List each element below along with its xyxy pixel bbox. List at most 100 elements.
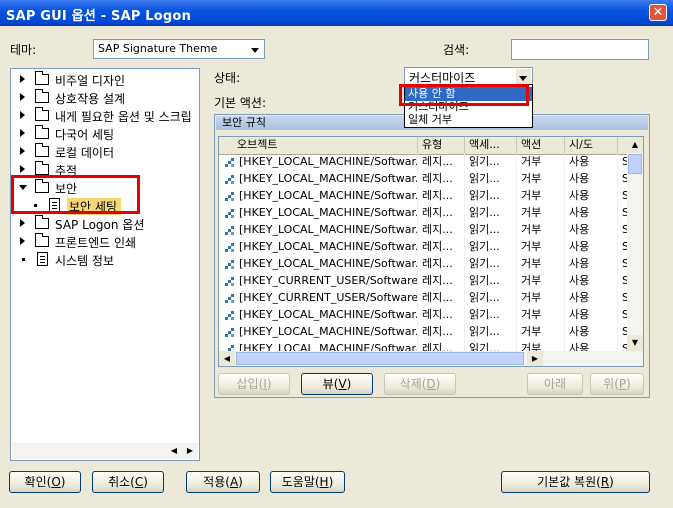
bullet-icon [22,258,25,261]
help-button-key: H [319,475,329,489]
close-button[interactable]: ✕ [649,4,667,21]
move-down-button-label: 아래 [543,377,567,391]
table-cell: 읽기... [465,154,517,171]
apply-button[interactable]: 적용(A) [186,471,260,493]
table-row[interactable]: [HKEY_LOCAL_MACHINE/Softwar... 레지... 읽기...… [219,171,630,188]
help-button[interactable]: 도움말(H) [270,471,345,493]
table-row[interactable]: [HKEY_LOCAL_MACHINE/Softwar... 레지... 읽기...… [219,307,630,324]
table-cell: 읽기... [465,188,517,205]
column-header[interactable]: 오브젝트 [219,137,418,154]
delete-button[interactable]: 삭제(D) [384,373,456,395]
expand-closed-icon[interactable] [20,237,25,245]
table-cell: 읽기... [465,324,517,341]
table-cell: 읽기... [465,307,517,324]
tree-item-visual-design[interactable]: 비주얼 디자인 [11,71,199,89]
scroll-right-icon[interactable]: ▶ [182,443,198,459]
column-header[interactable]: 시/도 [565,137,618,154]
table-row[interactable]: [HKEY_LOCAL_MACHINE/Softwar... 레지... 읽기...… [219,239,630,256]
table-cell: 레지... [418,239,465,256]
insert-button-label: 삽입 [236,377,259,391]
vertical-scrollbar[interactable]: ▲ ▼ [627,137,643,351]
ok-button[interactable]: 확인(O) [9,471,81,493]
table-row[interactable]: [HKEY_LOCAL_MACHINE/Softwar... 레지... 읽기...… [219,188,630,205]
table-row[interactable]: [HKEY_LOCAL_MACHINE/Softwar... 레지... 읽기...… [219,205,630,222]
table-cell: [HKEY_LOCAL_MACHINE/Softwar... [219,222,418,239]
tree-item-interaction-design[interactable]: 상호작용 설계 [11,89,199,107]
table-row[interactable]: [HKEY_CURRENT_USER/Software... 레지... 읽기...… [219,273,630,290]
scroll-left-icon[interactable]: ◀ [166,443,182,459]
horizontal-scroll-thumb[interactable] [236,352,524,365]
status-option-deny-all[interactable]: 일체 거부 [405,113,532,127]
table-cell: [HKEY_CURRENT_USER/Software... [219,290,418,307]
theme-select[interactable]: SAP Signature Theme [93,39,265,59]
table-cell: 사용 [565,324,618,341]
table-cell: 사용 [565,154,618,171]
table-row[interactable]: [HKEY_LOCAL_MACHINE/Softwar... 레지... 읽기...… [219,324,630,341]
tree-horizontal-scrollbar[interactable]: ◀ ▶ [12,443,198,459]
insert-button-key: I [263,377,267,391]
table-row[interactable]: [HKEY_LOCAL_MACHINE/Softwar... 레지... 읽기...… [219,222,630,239]
column-header[interactable]: 액세... [465,137,517,154]
expand-closed-icon[interactable] [20,129,25,137]
search-label: 검색: [443,43,470,57]
delete-button-key: D [426,377,436,391]
scroll-left-icon[interactable]: ◀ [219,351,235,366]
column-header[interactable]: 유형 [418,137,465,154]
folder-icon [35,107,49,121]
tree-item-frontend-printing[interactable]: 프론트엔드 인쇄 [11,233,199,251]
cancel-button[interactable]: 취소(C) [92,471,164,493]
view-button[interactable]: 뷰(V) [301,373,373,395]
table-cell: 레지... [418,256,465,273]
vertical-scroll-thumb[interactable] [628,154,642,174]
table-cell: 사용 [565,188,618,205]
expand-closed-icon[interactable] [20,75,25,83]
expand-closed-icon[interactable] [20,219,25,227]
table-cell: 거부 [517,324,565,341]
move-up-button-label: 위 [603,377,615,391]
table-cell: 거부 [517,273,565,290]
table-cell: [HKEY_LOCAL_MACHINE/Softwar... [219,239,418,256]
scroll-down-icon[interactable]: ▼ [627,335,643,351]
document-icon [37,252,48,266]
annotation-box-security [11,175,140,214]
table-row[interactable]: [HKEY_LOCAL_MACHINE/Softwar... 레지... 읽기...… [219,154,630,171]
expand-closed-icon[interactable] [20,111,25,119]
expand-closed-icon[interactable] [20,165,25,173]
horizontal-scrollbar[interactable]: ◀ ▶ [219,351,643,366]
move-up-button[interactable]: 위(P) [590,373,644,395]
table-cell: 사용 [565,239,618,256]
reset-defaults-button-label: 기본값 복원 [537,475,597,489]
search-input[interactable] [511,39,649,60]
tree-item-label: 로컬 데이터 [55,146,115,160]
table-cell: 거부 [517,256,565,273]
tree-item-label: 내게 필요한 옵션 및 스크립 [55,110,192,124]
tree-item-accessibility-scripting[interactable]: 내게 필요한 옵션 및 스크립 [11,107,199,125]
tree-item-multilingual-settings[interactable]: 다국어 세팅 [11,125,199,143]
table-row[interactable]: [HKEY_LOCAL_MACHINE/Softwar... 레지... 읽기...… [219,256,630,273]
table-cell: 거부 [517,307,565,324]
table-row[interactable]: [HKEY_CURRENT_USER/Software... 레지... 읽기...… [219,290,630,307]
scroll-right-icon[interactable]: ▶ [527,351,543,366]
column-header[interactable]: 액션 [517,137,565,154]
security-rules-table[interactable]: 오브젝트 유형 액세... 액션 시/도 [HKEY_LOCAL_MACHINE/Sof… [218,136,644,367]
table-cell: 거부 [517,290,565,307]
options-tree[interactable]: 비주얼 디자인 상호작용 설계내게 필요한 옵션 및 스크립 다국어 세팅로컬 데이… [10,68,200,461]
expand-closed-icon[interactable] [20,93,25,101]
tree-item-system-info[interactable]: 시스템 정보 [11,251,199,269]
tree-item-sap-logon-options[interactable]: SAP Logon 옵션 [11,215,199,233]
insert-button[interactable]: 삽입(I) [218,373,290,395]
scroll-up-icon[interactable]: ▲ [627,137,643,153]
reset-defaults-button[interactable]: 기본값 복원(R) [501,471,650,493]
expand-closed-icon[interactable] [20,147,25,155]
table-cell: 거부 [517,154,565,171]
ok-button-label: 확인 [24,475,47,489]
table-cell: 레지... [418,154,465,171]
tree-item-label: SAP Logon 옵션 [55,218,145,232]
theme-label: 테마: [10,43,37,57]
table-cell: 읽기... [465,239,517,256]
table-cell: [HKEY_LOCAL_MACHINE/Softwar... [219,205,418,222]
chevron-down-icon [248,41,263,57]
tree-item-local-data[interactable]: 로컬 데이터 [11,143,199,161]
folder-icon [35,233,49,247]
move-down-button[interactable]: 아래 [527,373,583,395]
